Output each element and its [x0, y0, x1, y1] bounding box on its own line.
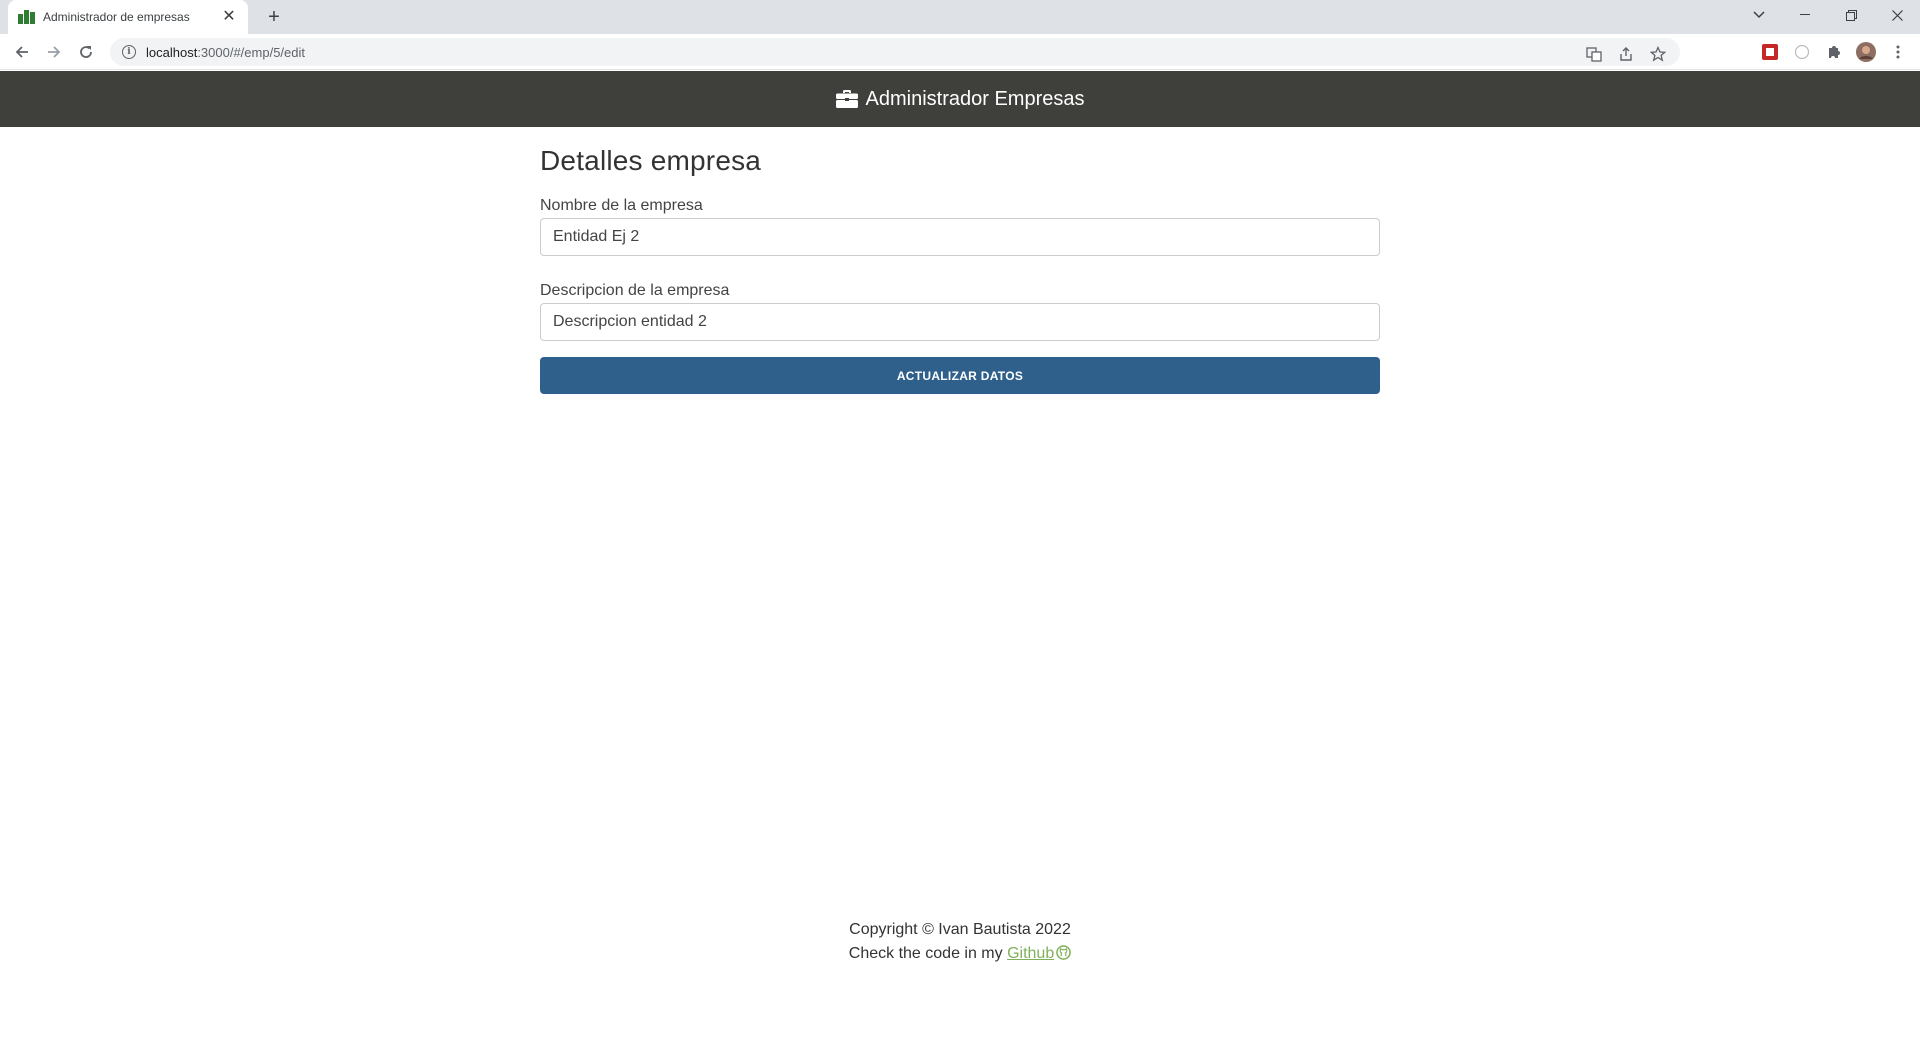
app-favicon-icon — [18, 10, 35, 24]
new-tab-button[interactable]: + — [262, 5, 286, 29]
github-link[interactable]: Github — [1007, 945, 1072, 962]
github-link-text: Github — [1007, 945, 1055, 962]
share-icon[interactable] — [1616, 44, 1636, 64]
github-icon — [1056, 945, 1072, 960]
description-field-group: Descripcion de la empresa — [540, 282, 1380, 357]
url-path: :3000/#/emp/5/edit — [197, 44, 306, 60]
update-data-button[interactable]: ACTUALIZAR DATOS — [540, 357, 1380, 394]
browser-tab[interactable]: Administrador de empresas ✕ — [8, 0, 248, 34]
tab-title: Administrador de empresas — [43, 10, 190, 24]
footer-github-line: Check the code in my Github — [0, 942, 1920, 966]
minimize-icon[interactable] — [1782, 0, 1828, 30]
briefcase-icon — [835, 90, 858, 108]
description-label: Descripcion de la empresa — [540, 282, 730, 299]
app-header: Administrador Empresas — [0, 71, 1920, 127]
footer-check-text: Check the code in my — [848, 945, 1008, 962]
site-info-icon[interactable]: i — [122, 45, 136, 59]
brand[interactable]: Administrador Empresas — [835, 87, 1085, 111]
translate-icon[interactable] — [1584, 44, 1604, 64]
close-window-icon[interactable] — [1874, 0, 1920, 30]
restore-icon[interactable] — [1828, 0, 1874, 30]
main-content: Detalles empresa Nombre de la empresa De… — [540, 127, 1380, 394]
profile-avatar-icon[interactable] — [1856, 42, 1876, 62]
browser-menu-icon[interactable] — [1888, 42, 1908, 62]
name-field-group: Nombre de la empresa — [540, 197, 1380, 282]
copyright-text: Copyright © Ivan Bautista 2022 — [849, 921, 1071, 938]
url-host: localhost — [146, 44, 198, 60]
forward-icon[interactable] — [42, 40, 66, 64]
back-icon[interactable] — [10, 40, 34, 64]
bookmark-star-icon[interactable] — [1648, 44, 1668, 64]
extensions-puzzle-icon[interactable] — [1824, 42, 1844, 62]
reload-icon[interactable] — [74, 40, 98, 64]
browser-tab-strip: Administrador de empresas ✕ + — [0, 0, 1920, 34]
brand-title: Administrador Empresas — [865, 87, 1085, 110]
extension-red-icon[interactable] — [1760, 42, 1780, 62]
footer: Copyright © Ivan Bautista 2022 Check the… — [0, 918, 1920, 966]
tab-close-icon[interactable]: ✕ — [220, 8, 238, 26]
company-name-input[interactable] — [540, 218, 1380, 256]
page-title: Detalles empresa — [540, 145, 762, 176]
company-description-input[interactable] — [540, 303, 1380, 341]
extension-circle-icon[interactable] — [1792, 42, 1812, 62]
name-label: Nombre de la empresa — [540, 197, 703, 214]
browser-toolbar: i localhost:3000/#/emp/5/edit — [0, 34, 1920, 70]
tab-search-icon[interactable] — [1736, 0, 1782, 30]
address-bar[interactable]: i localhost:3000/#/emp/5/edit — [110, 38, 1680, 66]
